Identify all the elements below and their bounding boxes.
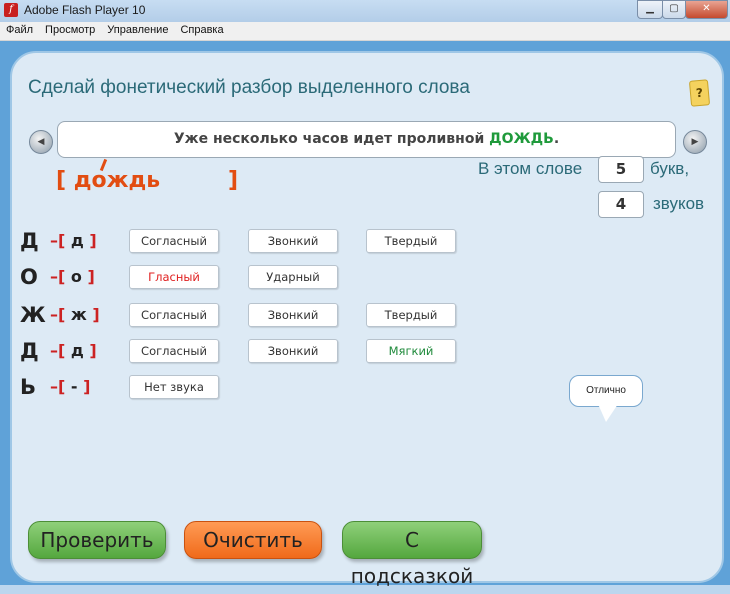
tag-hard[interactable]: Твердый: [366, 229, 456, 253]
row-sound: –[ д ]: [50, 231, 97, 250]
sentence-box: Уже несколько часов идет проливной ДОЖДЬ…: [57, 121, 676, 158]
tag-no-sound[interactable]: Нет звука: [129, 375, 219, 399]
tag-stressed[interactable]: Ударный: [248, 265, 338, 289]
clear-button[interactable]: Очистить: [184, 521, 322, 559]
sentence-text: Уже несколько часов идет проливной: [173, 131, 490, 147]
row-sound: –[ д ]: [50, 341, 97, 360]
tag-consonant[interactable]: Согласный: [129, 229, 219, 253]
letters-count-suffix: букв,: [650, 159, 690, 178]
tag-soft[interactable]: Мягкий: [366, 339, 456, 363]
prev-arrow-button[interactable]: ◀: [29, 130, 53, 154]
tag-voiced[interactable]: Звонкий: [248, 229, 338, 253]
menu-bar: Файл Просмотр Управление Справка: [0, 22, 730, 41]
menu-view[interactable]: Просмотр: [39, 22, 101, 36]
tag-vowel[interactable]: Гласный: [129, 265, 219, 289]
title-bar: f Adobe Flash Player 10 ▁ ▢ ✕: [0, 0, 730, 22]
sounds-count-field[interactable]: 4: [598, 191, 644, 218]
row-letter: О: [20, 265, 38, 289]
letters-count-prefix: В этом слове: [478, 159, 583, 178]
maximize-button[interactable]: ▢: [662, 0, 686, 19]
feedback-bubble-tail: [598, 404, 618, 422]
menu-help[interactable]: Справка: [174, 22, 229, 36]
tag-voiced[interactable]: Звонкий: [248, 339, 338, 363]
menu-control[interactable]: Управление: [101, 22, 174, 36]
sound-symbol: о: [70, 267, 82, 286]
hint-button[interactable]: С подсказкой: [342, 521, 482, 588]
exercise-heading: Сделай фонетический разбор выделенного с…: [28, 77, 470, 98]
tag-hard[interactable]: Твердый: [366, 303, 456, 327]
close-button[interactable]: ✕: [685, 0, 728, 19]
feedback-bubble: Отлично: [569, 375, 643, 407]
tag-consonant[interactable]: Согласный: [129, 339, 219, 363]
sound-symbol: -: [70, 377, 78, 396]
sound-symbol: д: [70, 231, 84, 250]
help-icon[interactable]: ?: [688, 79, 711, 107]
transcription-open-bracket: [: [56, 168, 67, 193]
row-sound: –[ ж ]: [50, 305, 100, 324]
transcription: [ дождь: [56, 168, 160, 193]
menu-file[interactable]: Файл: [0, 22, 39, 36]
tag-voiced[interactable]: Звонкий: [248, 303, 338, 327]
tag-consonant[interactable]: Согласный: [129, 303, 219, 327]
minimize-button[interactable]: ▁: [637, 0, 663, 19]
row-letter: Д: [20, 339, 39, 363]
sentence-period: .: [553, 131, 560, 147]
transcription-close-bracket: ]: [228, 168, 239, 193]
row-letter: Ж: [20, 303, 46, 327]
row-sound: –[ о ]: [50, 267, 95, 286]
row-letter: Ь: [20, 375, 37, 399]
next-arrow-button[interactable]: ▶: [683, 130, 707, 154]
row-sound: –[ - ]: [50, 377, 91, 396]
sound-symbol: д: [70, 341, 84, 360]
letters-count-field[interactable]: 5: [598, 156, 644, 183]
flash-player-icon: f: [4, 3, 18, 17]
sounds-count-suffix: звуков: [653, 194, 705, 213]
row-letter: Д: [20, 229, 39, 253]
window-title: Adobe Flash Player 10: [24, 3, 146, 17]
highlighted-word: ДОЖДЬ: [489, 131, 554, 147]
sound-symbol: ж: [70, 305, 87, 324]
transcription-word: дождь: [73, 168, 161, 193]
flash-stage: Сделай фонетический разбор выделенного с…: [0, 41, 730, 588]
exercise-panel: Сделай фонетический разбор выделенного с…: [10, 51, 724, 588]
check-button[interactable]: Проверить: [28, 521, 166, 559]
